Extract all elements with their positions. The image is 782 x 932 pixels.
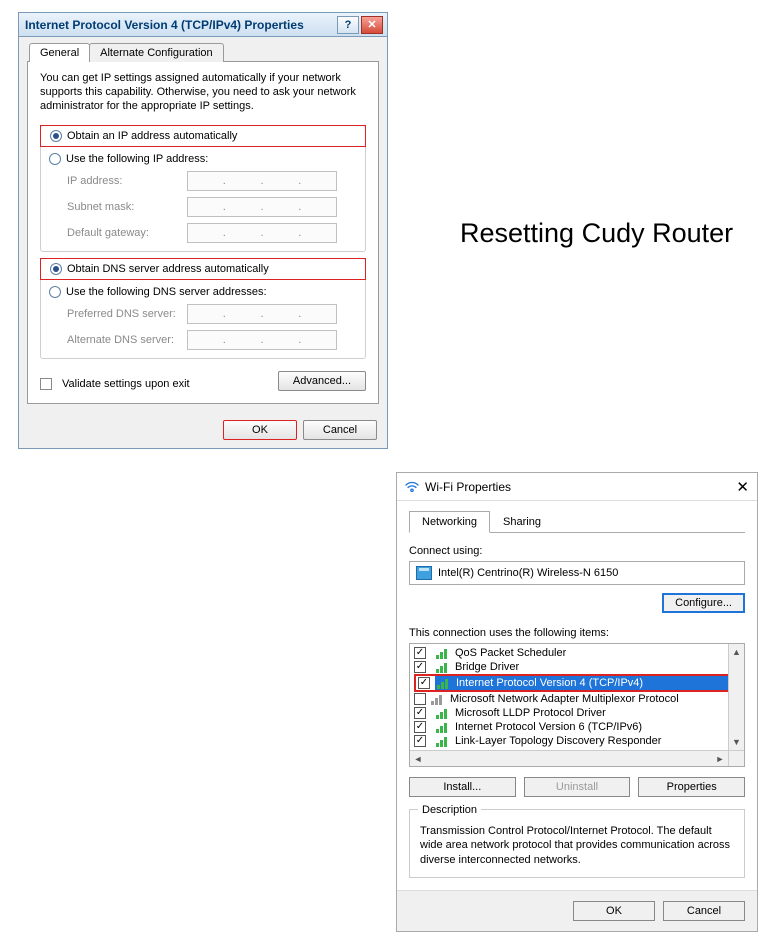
radio-label: Obtain DNS server address automatically [67,263,269,275]
radio-icon [50,263,62,275]
checkbox-label: Validate settings upon exit [62,378,190,390]
input-default-gateway[interactable]: ... [187,223,337,243]
checkbox-validate-settings[interactable]: Validate settings upon exit [40,378,190,390]
radio-icon [49,286,61,298]
checkbox-icon[interactable] [414,647,426,659]
scroll-left-icon[interactable]: ◄ [410,751,426,767]
tab-alternate-configuration[interactable]: Alternate Configuration [89,43,224,62]
network-icon [431,693,445,705]
wifi-properties-dialog: Wi-Fi Properties ✕ Networking Sharing Co… [396,472,758,932]
dialog-titlebar: Internet Protocol Version 4 (TCP/IPv4) P… [19,13,387,37]
scrollbar-horizontal[interactable]: ◄ ► [410,750,728,766]
radio-use-dns[interactable]: Use the following DNS server addresses: [49,286,357,298]
label-preferred-dns: Preferred DNS server: [67,308,187,320]
scrollbar-corner [728,750,744,766]
adapter-name: Intel(R) Centrino(R) Wireless-N 6150 [438,567,618,579]
ok-button[interactable]: OK [223,420,297,440]
scroll-right-icon[interactable]: ► [712,751,728,767]
radio-icon [50,130,62,142]
description-text: You can get IP settings assigned automat… [40,72,366,113]
radio-label: Use the following IP address: [66,153,208,165]
scrollbar-vertical[interactable]: ▲ ▼ [728,644,744,750]
dialog-titlebar: Wi-Fi Properties ✕ [397,473,757,501]
network-icon [436,721,450,733]
uninstall-button[interactable]: Uninstall [524,777,631,797]
checkbox-icon[interactable] [414,735,426,747]
description-legend: Description [418,803,481,817]
network-icon [436,647,450,659]
radio-obtain-dns-auto[interactable]: Obtain DNS server address automatically [40,258,366,280]
scroll-down-icon[interactable]: ▼ [729,734,745,750]
close-button[interactable]: ✕ [361,16,383,34]
list-item[interactable]: QoS Packet Scheduler [410,646,744,660]
list-item[interactable]: Bridge Driver [410,660,744,674]
list-item-label: Bridge Driver [455,661,519,673]
list-item[interactable]: Link-Layer Topology Discovery Responder [410,734,744,748]
dns-group: Obtain DNS server address automatically … [40,258,366,359]
close-button[interactable]: ✕ [736,478,749,496]
tab-panel-general: You can get IP settings assigned automat… [27,61,379,404]
list-item-label: Link-Layer Topology Discovery Responder [455,735,661,747]
connection-items-list: QoS Packet Scheduler Bridge Driver Interne… [409,643,745,767]
label-subnet-mask: Subnet mask: [67,201,187,213]
checkbox-icon[interactable] [414,693,426,705]
radio-label: Use the following DNS server addresses: [66,286,267,298]
network-icon [437,677,451,689]
properties-button[interactable]: Properties [638,777,745,797]
radio-icon [49,153,61,165]
ip-address-group: Obtain an IP address automatically Use t… [40,125,366,252]
radio-use-ip[interactable]: Use the following IP address: [49,153,357,165]
list-item[interactable]: Microsoft LLDP Protocol Driver [410,706,744,720]
checkbox-icon[interactable] [414,721,426,733]
list-item-label: Microsoft LLDP Protocol Driver [455,707,606,719]
configure-button[interactable]: Configure... [662,593,745,613]
list-item-label: QoS Packet Scheduler [455,647,566,659]
cancel-button[interactable]: Cancel [663,901,745,921]
adapter-box: Intel(R) Centrino(R) Wireless-N 6150 [409,561,745,585]
network-icon [436,707,450,719]
help-button[interactable]: ? [337,16,359,34]
network-icon [436,735,450,747]
list-item-label: Internet Protocol Version 6 (TCP/IPv6) [455,721,642,733]
description-box: Description Transmission Control Protoco… [409,809,745,878]
adapter-icon [416,566,432,580]
tab-networking[interactable]: Networking [409,511,490,533]
list-item[interactable]: Internet Protocol Version 6 (TCP/IPv6) [410,720,744,734]
dialog-title: Internet Protocol Version 4 (TCP/IPv4) P… [25,18,304,32]
description-text: Transmission Control Protocol/Internet P… [420,825,730,866]
label-connect-using: Connect using: [409,545,745,557]
ok-button[interactable]: OK [573,901,655,921]
dialog-title: Wi-Fi Properties [425,480,511,494]
checkbox-icon[interactable] [414,661,426,673]
checkbox-icon[interactable] [414,707,426,719]
label-items: This connection uses the following items… [409,627,745,639]
input-subnet-mask[interactable]: ... [187,197,337,217]
input-alternate-dns[interactable]: ... [187,330,337,350]
advanced-button[interactable]: Advanced... [278,371,366,391]
label-ip-address: IP address: [67,175,187,187]
label-default-gateway: Default gateway: [67,227,187,239]
ipv4-properties-dialog: Internet Protocol Version 4 (TCP/IPv4) P… [18,12,388,449]
scroll-up-icon[interactable]: ▲ [729,644,745,660]
checkbox-icon[interactable] [418,677,430,689]
radio-label: Obtain an IP address automatically [67,130,237,142]
cancel-button[interactable]: Cancel [303,420,377,440]
page-heading: Resetting Cudy Router [460,218,733,249]
radio-obtain-ip-auto[interactable]: Obtain an IP address automatically [40,125,366,147]
list-item[interactable]: Microsoft Network Adapter Multiplexor Pr… [410,692,744,706]
label-alternate-dns: Alternate DNS server: [67,334,187,346]
tab-general[interactable]: General [29,43,90,62]
list-item-selected[interactable]: Internet Protocol Version 4 (TCP/IPv4) [414,674,740,692]
list-item-label: Internet Protocol Version 4 (TCP/IPv4) [456,677,643,689]
tab-sharing[interactable]: Sharing [490,511,554,533]
list-item-label: Microsoft Network Adapter Multiplexor Pr… [450,693,679,705]
checkbox-icon [40,378,52,390]
wifi-icon [405,480,419,494]
input-preferred-dns[interactable]: ... [187,304,337,324]
network-icon [436,661,450,673]
input-ip-address[interactable]: ... [187,171,337,191]
install-button[interactable]: Install... [409,777,516,797]
